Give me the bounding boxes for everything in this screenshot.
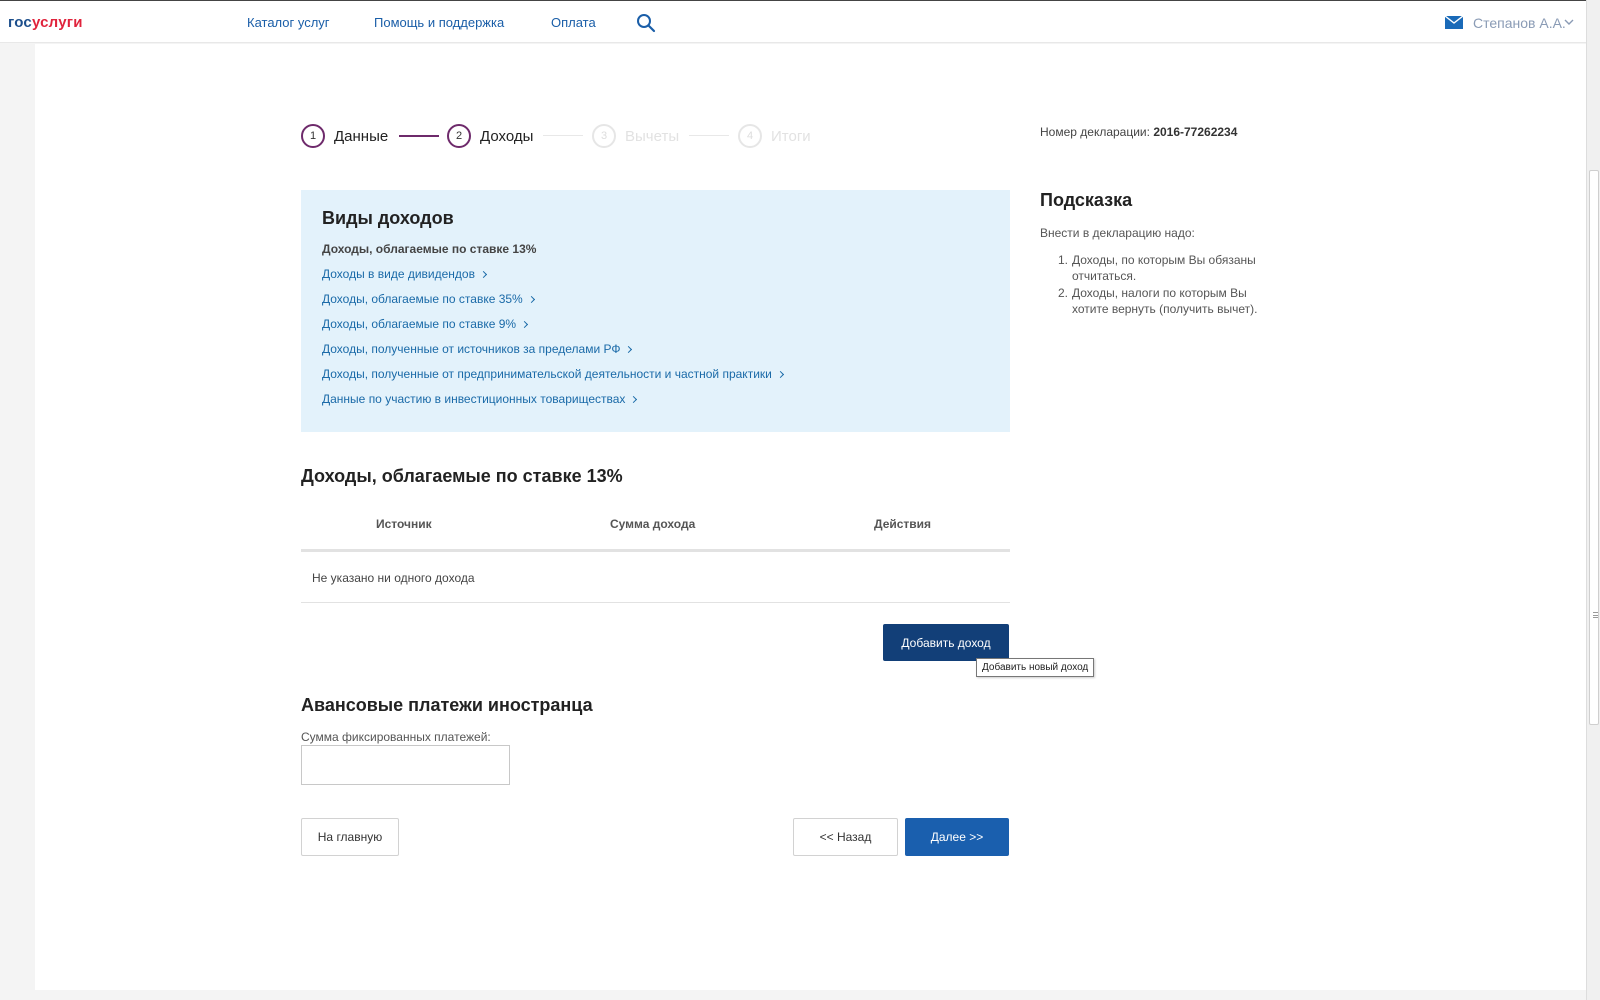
home-button[interactable]: На главную [301, 818, 399, 856]
income-type-link-label: Доходы в виде дивидендов [322, 267, 475, 281]
scrollbar-thumb[interactable] [1589, 170, 1599, 725]
income-type-link-investment[interactable]: Данные по участию в инвестиционных товар… [322, 392, 638, 406]
table-bottom-divider [301, 602, 1010, 603]
income-type-link-35[interactable]: Доходы, облагаемые по ставке 35% [322, 292, 535, 306]
column-actions: Действия [874, 517, 932, 531]
income-table-title: Доходы, облагаемые по ставке 13% [301, 466, 623, 486]
fixed-payments-input[interactable] [301, 745, 510, 785]
table-header-divider [301, 549, 1010, 552]
advance-payments-title: Авансовые платежи иностранца [301, 695, 593, 715]
income-type-link-business[interactable]: Доходы, полученные от предпринимательско… [322, 367, 784, 381]
income-types-title: Виды доходов [322, 208, 454, 228]
chevron-right-icon [521, 320, 529, 329]
table-empty-message: Не указано ни одного дохода [312, 571, 475, 585]
step-connector-1 [399, 135, 439, 137]
hint-item: 2. Доходы, налоги по которым Вы хотите ве… [1058, 285, 1278, 317]
hint-list: 1. Доходы, по которым Вы обязаны отчитать… [1058, 252, 1278, 318]
income-types-panel: Виды доходов Доходы, облагаемые по ставк… [301, 190, 1010, 432]
step-3-label: Вычеты [625, 128, 680, 145]
add-income-tooltip: Добавить новый доход [976, 658, 1095, 677]
step-2-label[interactable]: Доходы [480, 128, 533, 145]
logo-part-uslugi: услуги [31, 14, 83, 31]
chevron-right-icon [776, 370, 784, 379]
income-type-link-label: Доходы, полученные от источников за пред… [322, 342, 621, 356]
chevron-right-icon [630, 395, 638, 404]
page-scrollbar[interactable] [1586, 0, 1600, 1000]
declaration-number-value: 2016-77262234 [1153, 125, 1238, 139]
income-type-link-label: Доходы, облагаемые по ставке 35% [322, 292, 523, 306]
income-type-active: Доходы, облагаемые по ставке 13% [322, 242, 537, 256]
nav-payment-link[interactable]: Оплата [551, 15, 596, 30]
column-source: Источник [376, 517, 432, 531]
top-header: госуслуги Каталог услуг Помощь и поддерж… [0, 0, 1586, 43]
step-1-label[interactable]: Данные [334, 128, 388, 145]
hint-intro: Внести в декларацию надо: [1040, 226, 1195, 240]
step-2-circle: 2 [447, 124, 471, 148]
income-type-link-label: Доходы, полученные от предпринимательско… [322, 367, 772, 381]
income-type-link-foreign[interactable]: Доходы, полученные от источников за пред… [322, 342, 633, 356]
hint-item-text: Доходы, налоги по которым Вы хотите верн… [1072, 286, 1258, 316]
hint-item-text: Доходы, по которым Вы обязаны отчитаться… [1072, 253, 1256, 283]
nav-catalog-link[interactable]: Каталог услуг [247, 15, 330, 30]
step-1-circle: 1 [301, 124, 325, 148]
declaration-number-label: Номер декларации: [1040, 125, 1150, 139]
step-connector-3 [689, 135, 729, 136]
chevron-right-icon [527, 295, 535, 304]
back-button[interactable]: << Назад [793, 818, 898, 856]
step-3-circle: 3 [592, 124, 616, 148]
gosuslugi-logo[interactable]: госуслуги [8, 14, 83, 31]
fixed-payments-label: Сумма фиксированных платежей: [301, 730, 491, 744]
add-income-button[interactable]: Добавить доход [883, 624, 1009, 661]
income-type-link-9[interactable]: Доходы, облагаемые по ставке 9% [322, 317, 529, 331]
search-icon[interactable] [636, 13, 656, 33]
nav-help-link[interactable]: Помощь и поддержка [374, 15, 504, 30]
income-type-link-dividends[interactable]: Доходы в виде дивидендов [322, 267, 488, 281]
user-name[interactable]: Степанов А.А. [1473, 15, 1566, 31]
mail-icon[interactable] [1445, 16, 1463, 29]
next-button[interactable]: Далее >> [905, 818, 1009, 856]
column-amount: Сумма дохода [610, 517, 696, 531]
hint-item: 1. Доходы, по которым Вы обязаны отчитать… [1058, 252, 1278, 284]
hint-title: Подсказка [1040, 190, 1133, 210]
income-type-link-label: Данные по участию в инвестиционных товар… [322, 392, 626, 406]
income-type-link-label: Доходы, облагаемые по ставке 9% [322, 317, 517, 331]
scrollbar-grip-icon [1593, 612, 1598, 618]
declaration-number: Номер декларации: 2016-77262234 [1040, 125, 1237, 139]
chevron-down-icon[interactable] [1564, 18, 1574, 26]
hint-item-number: 2. [1058, 286, 1069, 300]
step-connector-2 [543, 135, 583, 136]
hint-item-number: 1. [1058, 253, 1069, 267]
logo-part-gos: гос [8, 14, 32, 31]
step-4-label: Итоги [771, 128, 811, 145]
chevron-right-icon [479, 270, 488, 279]
chevron-right-icon [625, 345, 633, 354]
step-4-circle: 4 [738, 124, 762, 148]
